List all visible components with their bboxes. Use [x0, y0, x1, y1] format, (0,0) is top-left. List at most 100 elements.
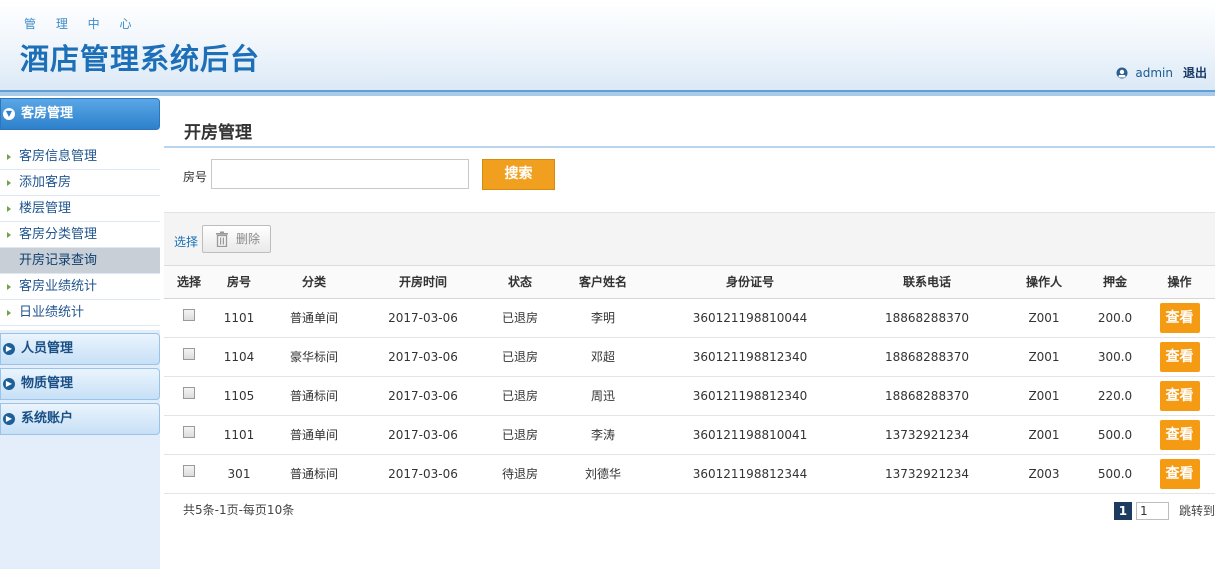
- panel-system-accounts[interactable]: ▶ 系统账户: [0, 403, 160, 435]
- sidebar-item-daily-performance[interactable]: 日业绩统计: [0, 300, 160, 326]
- header: 管 理 中 心 酒店管理系统后台 admin 退出: [0, 0, 1215, 96]
- view-button[interactable]: 查看: [1159, 419, 1200, 450]
- panel-room-management[interactable]: ▼ 客房管理: [0, 98, 160, 130]
- cell-customer-name: 邓超: [558, 337, 648, 377]
- table-row: 1101 普通单间 2017-03-06 已退房 李明 360121198810…: [164, 298, 1215, 338]
- col-room-number: 房号: [214, 266, 264, 299]
- cell-customer-name: 李涛: [558, 415, 648, 455]
- page-title: 开房管理: [184, 123, 252, 143]
- cell-status: 已退房: [482, 415, 558, 455]
- cell-status: 已退房: [482, 376, 558, 416]
- panel-label: 客房管理: [21, 106, 74, 121]
- select-link[interactable]: 选择: [174, 233, 198, 250]
- search-row: 房号 搜索: [164, 148, 1215, 212]
- cell-phone: 13732921234: [852, 415, 1002, 455]
- cell-room-number: 301: [214, 454, 264, 494]
- sidebar-item-checkin-records[interactable]: 开房记录查询: [0, 248, 160, 274]
- col-checkin-time: 开房时间: [364, 266, 482, 299]
- delete-button[interactable]: 删除: [202, 225, 271, 253]
- panel-label: 物质管理: [21, 376, 74, 391]
- sidebar-item-room-category[interactable]: 客房分类管理: [0, 222, 160, 248]
- view-button[interactable]: 查看: [1159, 458, 1200, 489]
- trash-icon: [216, 231, 228, 247]
- cell-id-number: 360121198810044: [648, 298, 852, 338]
- cell-category: 普通标间: [264, 376, 364, 416]
- cell-category: 豪华标间: [264, 337, 364, 377]
- panel-label: 系统账户: [21, 411, 74, 426]
- panel-label: 人员管理: [21, 341, 74, 356]
- cell-phone: 18868288370: [852, 298, 1002, 338]
- cell-checkin-time: 2017-03-06: [364, 376, 482, 416]
- table-row: 301 普通标间 2017-03-06 待退房 刘德华 360121198812…: [164, 454, 1215, 494]
- cell-customer-name: 周迅: [558, 376, 648, 416]
- sidebar-item-add-room[interactable]: 添加客房: [0, 170, 160, 196]
- page-current[interactable]: 1: [1113, 501, 1132, 520]
- cell-checkin-time: 2017-03-06: [364, 454, 482, 494]
- cell-deposit: 500.0: [1086, 415, 1144, 455]
- col-id-number: 身份证号: [648, 266, 852, 299]
- cell-customer-name: 李明: [558, 298, 648, 338]
- user-name: admin: [1135, 65, 1173, 80]
- view-button[interactable]: 查看: [1159, 341, 1200, 372]
- checkin-table: 选择 房号 分类 开房时间 状态 客户姓名 身份证号 联系电话 操作人 押金 操…: [164, 266, 1215, 494]
- col-select: 选择: [164, 266, 214, 299]
- cell-id-number: 360121198812340: [648, 337, 852, 377]
- cell-category: 普通单间: [264, 415, 364, 455]
- col-status: 状态: [482, 266, 558, 299]
- cell-operator: Z001: [1002, 376, 1086, 416]
- arrow-right-circle-icon: ▶: [3, 413, 15, 425]
- cell-deposit: 300.0: [1086, 337, 1144, 377]
- cell-checkin-time: 2017-03-06: [364, 415, 482, 455]
- cell-category: 普通标间: [264, 454, 364, 494]
- cell-operator: Z001: [1002, 415, 1086, 455]
- logout-link[interactable]: 退出: [1183, 64, 1207, 81]
- row-checkbox[interactable]: [183, 309, 195, 321]
- arrow-down-circle-icon: ▼: [3, 108, 15, 120]
- cell-operator: Z001: [1002, 298, 1086, 338]
- cell-status: 已退房: [482, 337, 558, 377]
- sidebar-item-floor[interactable]: 楼层管理: [0, 196, 160, 222]
- cell-checkin-time: 2017-03-06: [364, 298, 482, 338]
- cell-phone: 18868288370: [852, 376, 1002, 416]
- search-button[interactable]: 搜索: [482, 159, 555, 190]
- delete-label: 删除: [236, 232, 261, 246]
- user-icon: [1116, 67, 1128, 78]
- arrow-right-circle-icon: ▶: [3, 378, 15, 390]
- table-row: 1101 普通单间 2017-03-06 已退房 李涛 360121198810…: [164, 415, 1215, 455]
- sidebar-item-room-performance[interactable]: 客房业绩统计: [0, 274, 160, 300]
- cell-phone: 13732921234: [852, 454, 1002, 494]
- col-actions: 操作: [1144, 266, 1215, 299]
- panel-staff-management[interactable]: ▶ 人员管理: [0, 333, 160, 365]
- pager: 1 1 跳转到: [1113, 501, 1215, 520]
- page-input[interactable]: 1: [1135, 501, 1169, 520]
- cell-id-number: 360121198812340: [648, 376, 852, 416]
- row-checkbox[interactable]: [183, 465, 195, 477]
- room-menu: 客房信息管理 添加客房 楼层管理 客房分类管理 开房记录查询 客房业绩统计 日业…: [0, 130, 160, 330]
- cell-category: 普通单间: [264, 298, 364, 338]
- cell-id-number: 360121198812344: [648, 454, 852, 494]
- row-checkbox[interactable]: [183, 387, 195, 399]
- view-button[interactable]: 查看: [1159, 302, 1200, 333]
- panel-material-management[interactable]: ▶ 物质管理: [0, 368, 160, 400]
- cell-checkin-time: 2017-03-06: [364, 337, 482, 377]
- cell-room-number: 1104: [214, 337, 264, 377]
- view-button[interactable]: 查看: [1159, 380, 1200, 411]
- toolbar: 选择 删除: [164, 212, 1215, 266]
- brand-title: 酒店管理系统后台: [20, 42, 261, 76]
- pager-summary: 共5条-1页-每页10条: [183, 502, 295, 517]
- row-checkbox[interactable]: [183, 348, 195, 360]
- cell-operator: Z001: [1002, 337, 1086, 377]
- cell-deposit: 500.0: [1086, 454, 1144, 494]
- cell-status: 待退房: [482, 454, 558, 494]
- cell-deposit: 200.0: [1086, 298, 1144, 338]
- brand-subtitle: 管 理 中 心: [24, 17, 140, 31]
- sidebar-item-room-info[interactable]: 客房信息管理: [0, 144, 160, 170]
- room-number-input[interactable]: [211, 159, 469, 189]
- cell-customer-name: 刘德华: [558, 454, 648, 494]
- row-checkbox[interactable]: [183, 426, 195, 438]
- col-phone: 联系电话: [852, 266, 1002, 299]
- col-deposit: 押金: [1086, 266, 1144, 299]
- room-number-label: 房号: [183, 170, 208, 184]
- title-bar: 开房管理: [164, 98, 1215, 148]
- jump-button[interactable]: 跳转到: [1179, 502, 1215, 519]
